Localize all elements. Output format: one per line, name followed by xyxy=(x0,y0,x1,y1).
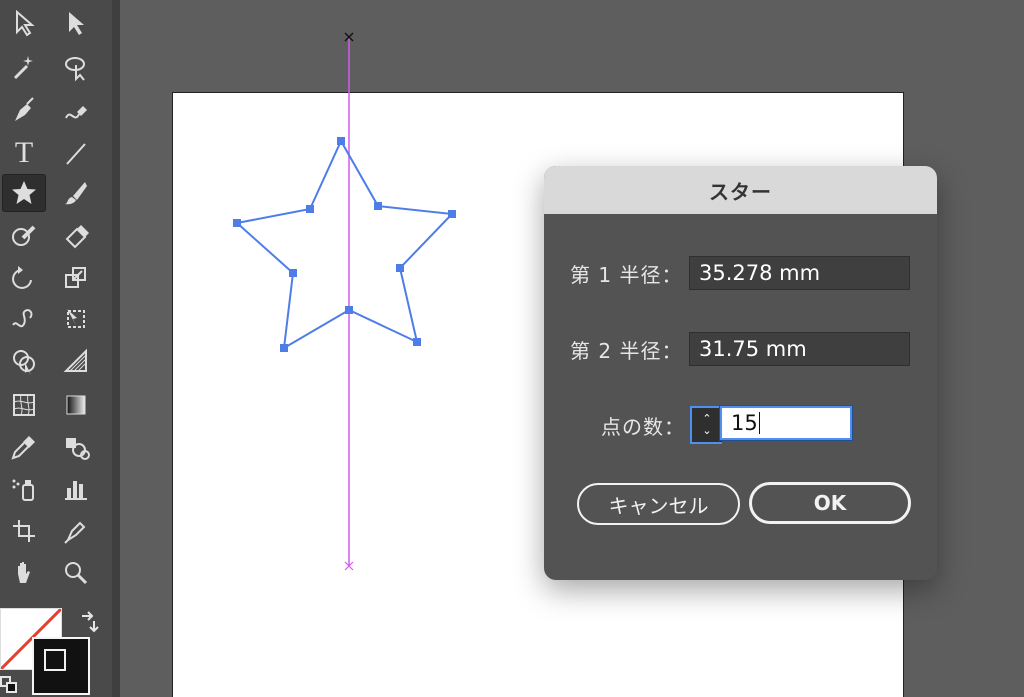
points-input[interactable]: 15 xyxy=(720,406,852,440)
pen-tool-icon[interactable] xyxy=(2,92,46,130)
line-segment-tool-icon[interactable] xyxy=(54,134,98,172)
rotate-tool-icon[interactable] xyxy=(2,258,46,296)
radius1-value: 35.278 mm xyxy=(699,261,821,285)
radius1-label: 第 1 半径： xyxy=(570,262,683,287)
cancel-button[interactable]: キャンセル xyxy=(577,483,740,525)
scale-tool-icon[interactable] xyxy=(54,258,98,296)
type-tool-glyph: T xyxy=(14,136,34,169)
eyedropper-tool-icon[interactable] xyxy=(2,428,46,466)
radius2-value: 31.75 mm xyxy=(699,337,807,361)
radius1-row: 第 1 半径： 35.278 mm xyxy=(544,254,937,292)
zoom-tool-icon[interactable] xyxy=(54,554,98,592)
magic-wand-tool-icon[interactable] xyxy=(2,48,46,86)
blend-tool-icon[interactable] xyxy=(54,428,98,466)
points-stepper[interactable]: ⌃ ⌄ xyxy=(690,406,722,444)
text-caret xyxy=(758,412,760,434)
points-value: 15 xyxy=(731,411,758,435)
perspective-grid-tool-icon[interactable] xyxy=(54,342,98,380)
curvature-tool-icon[interactable] xyxy=(54,92,98,130)
paintbrush-tool-icon[interactable] xyxy=(54,174,98,212)
illustrator-window: T スター 第 1 半径： 35.278 mm 第 2 半径： 31.75 mm… xyxy=(0,0,1024,697)
direct-selection-tool-icon[interactable] xyxy=(54,4,98,42)
eraser-tool-icon[interactable] xyxy=(54,216,98,254)
radius1-input[interactable]: 35.278 mm xyxy=(689,256,910,290)
points-row: 点の数： ⌃ ⌄ 15 xyxy=(544,406,937,444)
column-graph-tool-icon[interactable] xyxy=(54,470,98,508)
stepper-down-icon[interactable]: ⌄ xyxy=(702,425,711,437)
ok-button[interactable]: OK xyxy=(749,482,911,524)
swap-fill-stroke-icon[interactable] xyxy=(78,611,100,633)
radius2-label: 第 2 半径： xyxy=(570,338,683,363)
panel-divider xyxy=(112,0,120,697)
default-fill-stroke-icon[interactable] xyxy=(0,676,18,694)
artboard-tool-icon[interactable] xyxy=(2,512,46,550)
slice-tool-icon[interactable] xyxy=(54,512,98,550)
radius2-row: 第 2 半径： 31.75 mm xyxy=(544,330,937,368)
shaper-tool-icon[interactable] xyxy=(2,216,46,254)
stroke-color-inner xyxy=(44,649,66,671)
free-transform-tool-icon[interactable] xyxy=(54,300,98,338)
shape-builder-tool-icon[interactable] xyxy=(2,342,46,380)
mesh-tool-icon[interactable] xyxy=(2,386,46,424)
stroke-color-swatch[interactable] xyxy=(32,637,90,695)
star-options-dialog: スター 第 1 半径： 35.278 mm 第 2 半径： 31.75 mm 点… xyxy=(544,166,937,580)
symbol-sprayer-tool-icon[interactable] xyxy=(2,470,46,508)
points-label: 点の数： xyxy=(601,414,685,439)
type-tool-icon[interactable]: T xyxy=(2,134,46,172)
lasso-tool-icon[interactable] xyxy=(54,48,98,86)
radius2-input[interactable]: 31.75 mm xyxy=(689,332,910,366)
warp-tool-icon[interactable] xyxy=(2,300,46,338)
gradient-tool-icon[interactable] xyxy=(54,386,98,424)
star-tool-icon[interactable] xyxy=(2,174,46,212)
hand-tool-icon[interactable] xyxy=(2,554,46,592)
selection-tool-icon[interactable] xyxy=(2,4,46,42)
dialog-title: スター xyxy=(544,166,937,214)
guide-top-marker-icon xyxy=(344,32,354,42)
